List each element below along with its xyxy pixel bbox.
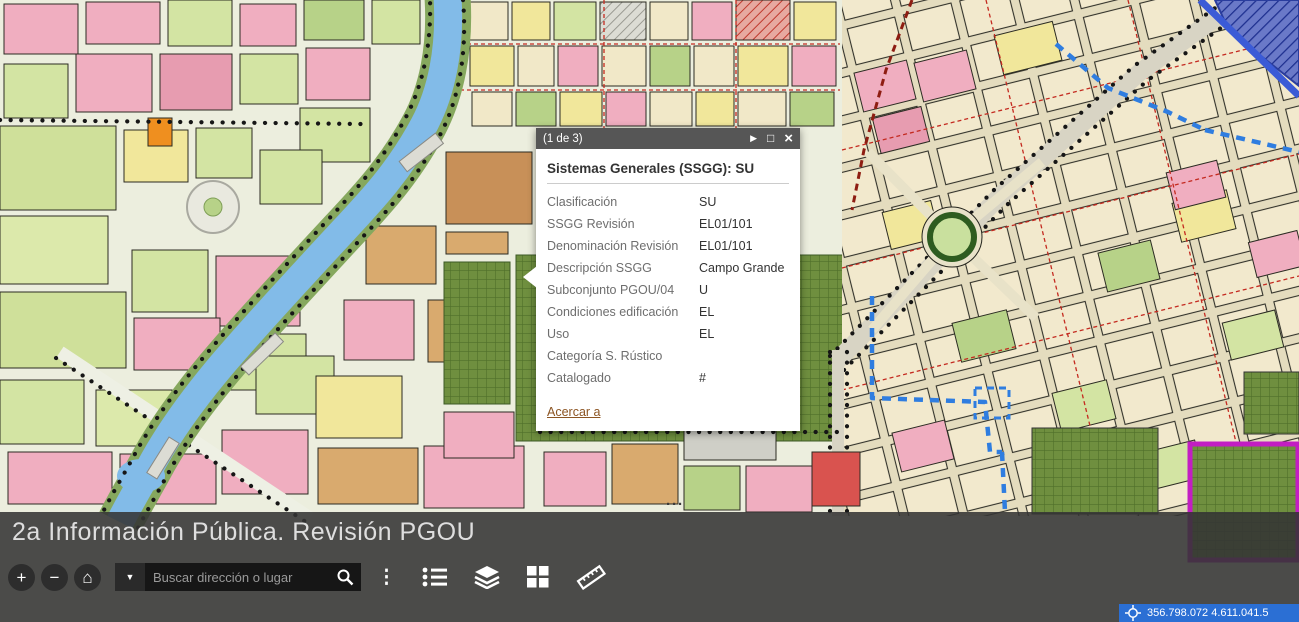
popup-title: Sistemas Generales (SSGG): SU	[547, 157, 789, 183]
field-label: SSGG Revisión	[547, 213, 699, 235]
close-icon[interactable]: ×	[784, 131, 793, 146]
field-value: #	[699, 371, 706, 385]
search-button[interactable]	[329, 563, 361, 591]
basemap-gallery-button[interactable]	[526, 565, 550, 589]
popup-header[interactable]: (1 de 3) ▶ □ ×	[536, 128, 800, 149]
next-feature-icon[interactable]: ▶	[750, 134, 757, 143]
basemap-grid-icon	[526, 565, 550, 589]
field-row: Denominación RevisiónEL01/101	[547, 235, 789, 257]
search-box: ▼	[115, 563, 361, 591]
coordinates-text: 356.798.072 4.611.041.5	[1147, 607, 1269, 619]
field-label: Descripción SSGG	[547, 257, 699, 279]
search-icon	[335, 567, 355, 587]
zoom-to-link[interactable]: Acercar a	[547, 405, 601, 419]
field-row: SSGG RevisiónEL01/101	[547, 213, 789, 235]
field-row: Subconjunto PGOU/04U	[547, 279, 789, 301]
feature-popup: (1 de 3) ▶ □ × Sistemas Generales (SSGG)…	[536, 128, 800, 431]
home-icon: ⌂	[82, 564, 92, 591]
measure-button[interactable]	[576, 564, 606, 590]
field-label: Subconjunto PGOU/04	[547, 279, 699, 301]
field-value: U	[699, 283, 708, 297]
maximize-icon[interactable]: □	[767, 132, 774, 144]
field-row: Categoría S. Rústico	[547, 345, 789, 367]
search-dropdown-button[interactable]: ▼	[115, 563, 145, 591]
tool-icons: ⋮	[377, 564, 606, 590]
layers-icon	[474, 565, 500, 589]
coordinates-bar: 356.798.072 4.611.041.5	[1119, 604, 1299, 622]
kebab-icon: ⋮	[377, 566, 396, 589]
attribution-toggle[interactable]: ···	[666, 496, 684, 513]
field-row: Descripción SSGGCampo Grande	[547, 257, 789, 279]
popup-body: Sistemas Generales (SSGG): SU Clasificac…	[536, 149, 800, 431]
field-value: EL	[699, 305, 714, 319]
zoom-out-button[interactable]: −	[41, 564, 68, 591]
search-input[interactable]	[145, 563, 329, 591]
field-label: Uso	[547, 323, 699, 345]
home-button[interactable]: ⌂	[74, 564, 101, 591]
layers-button[interactable]	[474, 565, 500, 589]
bottom-bar: 2a Información Pública. Revisión PGOU + …	[0, 512, 1299, 622]
field-value: Campo Grande	[699, 261, 784, 275]
legend-icon	[422, 566, 448, 588]
field-label: Denominación Revisión	[547, 235, 699, 257]
chevron-down-icon: ▼	[126, 572, 135, 582]
zoom-in-button[interactable]: +	[8, 564, 35, 591]
app-title: 2a Información Pública. Revisión PGOU	[12, 518, 475, 547]
field-label: Catalogado	[547, 367, 699, 389]
popup-pager: (1 de 3)	[543, 133, 750, 145]
field-label: Condiciones edificación	[547, 301, 699, 323]
field-value: SU	[699, 195, 716, 209]
popup-pointer	[523, 266, 537, 288]
crosshair-icon[interactable]	[1125, 605, 1141, 621]
field-label: Categoría S. Rústico	[547, 345, 699, 367]
measure-ruler-icon	[576, 564, 606, 590]
field-value: EL01/101	[699, 217, 753, 231]
legend-button[interactable]	[422, 566, 448, 588]
field-row: Catalogado#	[547, 367, 789, 389]
overflow-menu-button[interactable]: ⋮	[377, 566, 396, 589]
field-row: UsoEL	[547, 323, 789, 345]
plus-icon: +	[17, 564, 27, 591]
field-value: EL	[699, 327, 714, 341]
field-row: Condiciones edificaciónEL	[547, 301, 789, 323]
toolbar: + − ⌂ ▼ ⋮	[8, 561, 606, 593]
minus-icon: −	[50, 564, 60, 591]
field-row: ClasificaciónSU	[547, 191, 789, 213]
field-label: Clasificación	[547, 191, 699, 213]
field-value: EL01/101	[699, 239, 753, 253]
